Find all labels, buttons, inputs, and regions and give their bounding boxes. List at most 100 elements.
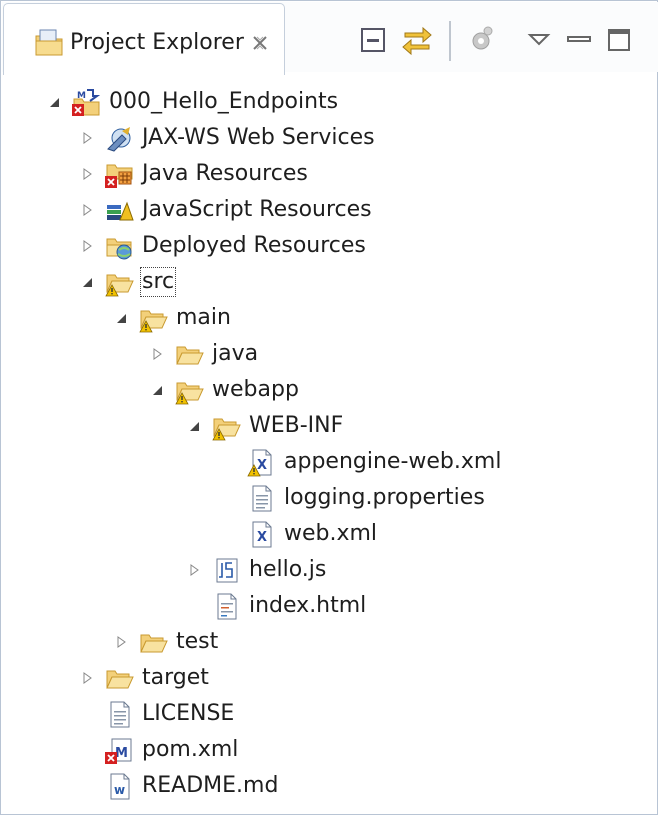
svg-text:X: X [257,530,267,545]
tree-item-index-html[interactable]: index.html [185,588,366,624]
tree-item-label: index.html [249,593,367,618]
toggle-arrow[interactable] [78,165,96,183]
folder-open-warn-icon [138,303,168,333]
gear-icon[interactable] [463,21,499,57]
toggle-spacer [220,453,238,471]
view-title: Project Explorer [70,30,244,55]
svg-text:w: w [114,783,125,797]
tree-item-web-xml[interactable]: Xweb.xml [220,516,377,552]
tree-item-label: test [176,629,219,654]
collapsed-arrow-icon [83,168,92,180]
maven-project-icon: M [71,87,101,117]
tree-item-deployed-resources[interactable]: Deployed Resources [78,228,366,264]
text-file-icon [104,699,134,729]
tree-item-label: src [139,267,177,297]
tree-item-test[interactable]: test [112,624,218,660]
word-file-icon: w [104,771,134,801]
text-file-icon [246,483,276,513]
expanded-arrow-icon [117,314,126,323]
collapse-all-button[interactable] [356,21,392,57]
tree-item-000-hello-endpoints[interactable]: M 000_Hello_Endpoints [45,84,338,120]
toggle-arrow[interactable] [78,201,96,219]
tree-item-logging-properties[interactable]: logging.properties [220,480,485,516]
tree-item-web-inf[interactable]: WEB-INF [185,408,343,444]
jaxws-icon [104,123,134,153]
collapsed-arrow-icon [117,636,126,648]
toggle-spacer [220,525,238,543]
toggle-arrow[interactable] [148,345,166,363]
tree-item-label: pom.xml [142,737,239,762]
expanded-arrow-icon [83,278,92,287]
tree-item-label: Deployed Resources [142,233,366,258]
js-file-icon [211,555,241,585]
xml-icon: X [246,519,276,549]
tree-item-javascript-resources[interactable]: JavaScript Resources [78,192,372,228]
expanded-arrow-icon [153,386,162,395]
folder-open-warn-icon [211,411,241,441]
toggle-arrow[interactable] [112,633,130,651]
toggle-arrow[interactable] [45,93,63,111]
tree-item-readme-md[interactable]: w README.md [78,768,278,804]
tree-item-label: target [142,665,209,690]
folder-icon [104,663,134,693]
folder-open-warn-icon [104,267,134,297]
tree-item-label: 000_Hello_Endpoints [109,89,339,114]
expanded-arrow-icon [190,422,199,431]
folder-icon [174,339,204,369]
collapsed-arrow-icon [83,132,92,144]
maximize-icon[interactable] [601,21,637,57]
toggle-spacer [78,777,96,795]
tree-item-webapp[interactable]: webapp [148,372,299,408]
folder-icon [138,627,168,657]
tree-item-label: JavaScript Resources [142,197,372,222]
tree-item-hello-js[interactable]: hello.js [185,552,326,588]
svg-text:X: X [257,458,267,473]
toggle-arrow[interactable] [78,273,96,291]
tree-item-target[interactable]: target [78,660,209,696]
tree-item-label: java [212,341,259,366]
tree-item-label: README.md [142,773,279,798]
html-file-icon [211,591,241,621]
maven-pom-icon: M [104,735,134,765]
toggle-arrow[interactable] [78,129,96,147]
tree-item-label: logging.properties [284,485,485,510]
collapsed-arrow-icon [83,204,92,216]
tree-item-label: hello.js [249,557,327,582]
collapsed-arrow-icon [83,672,92,684]
tree-item-label: main [176,305,231,330]
collapsed-arrow-icon [190,564,199,576]
folder-open-warn-icon [174,375,204,405]
tree-item-label: JAX-WS Web Services [142,125,375,150]
toggle-arrow[interactable] [112,309,130,327]
tree-item-pom-xml[interactable]: Mpom.xml [78,732,238,768]
tree-item-src[interactable]: src [78,264,177,300]
toggle-arrow[interactable] [185,561,203,579]
project-explorer-icon [34,28,64,58]
toggle-arrow[interactable] [148,381,166,399]
collapsed-arrow-icon [153,348,162,360]
java-resources-icon [104,159,134,189]
close-x-icon[interactable] [249,32,271,54]
toggle-spacer [78,741,96,759]
tree-item-main[interactable]: main [112,300,231,336]
tree-item-appengine-web-xml[interactable]: Xappengine-web.xml [220,444,501,480]
toggle-spacer [220,489,238,507]
deployed-icon [104,231,134,261]
triangle-down-icon[interactable] [521,21,557,57]
tree-item-jax-ws-web-services[interactable]: JAX-WS Web Services [78,120,375,156]
svg-text:M: M [77,91,86,101]
tab-project-explorer[interactable]: Project Explorer [3,3,285,75]
toggle-arrow[interactable] [78,237,96,255]
toggle-arrow[interactable] [185,417,203,435]
tree-item-label: Java Resources [142,161,308,186]
minimize-icon[interactable] [561,21,597,57]
tree-item-license[interactable]: LICENSE [78,696,234,732]
collapsed-arrow-icon [83,240,92,252]
toggle-arrow[interactable] [78,669,96,687]
tree-item-label: webapp [212,377,299,402]
toolbar-separator [449,21,451,61]
link-with-editor-button[interactable] [399,21,435,57]
toggle-spacer [185,597,203,615]
tree-item-java[interactable]: java [148,336,258,372]
tree-item-java-resources[interactable]: Java Resources [78,156,308,192]
